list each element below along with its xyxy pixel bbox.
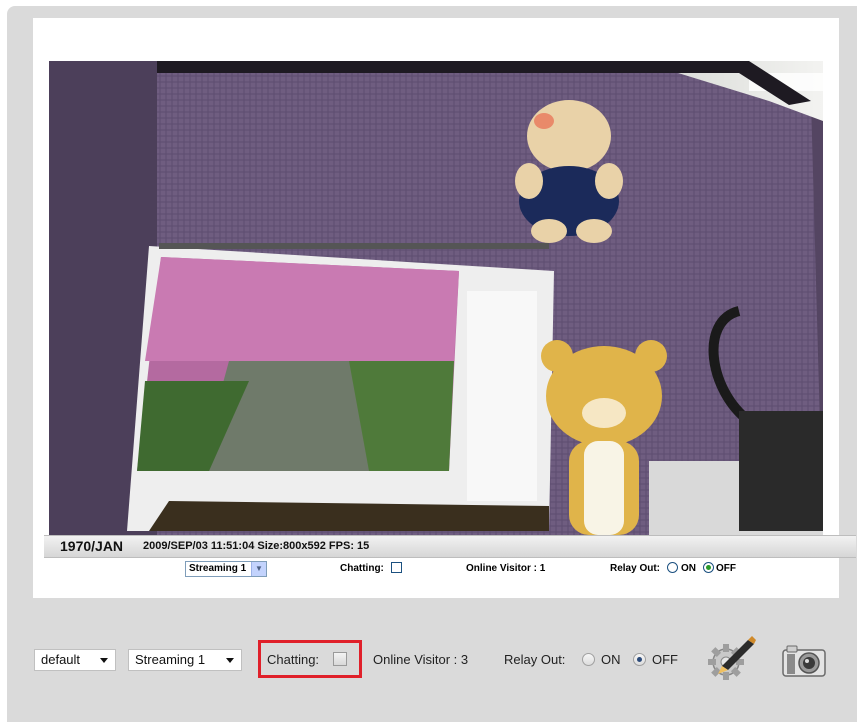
relay-off-label: OFF [652, 652, 678, 667]
profile-select[interactable]: default [34, 649, 116, 671]
embedded-relay-out-label: Relay Out: [610, 563, 661, 574]
embedded-chatting-checkbox[interactable] [391, 562, 402, 573]
relay-out-label: Relay Out: [504, 652, 566, 667]
stream-select[interactable]: Streaming 1 [128, 649, 242, 671]
relay-off-radio[interactable] [633, 653, 646, 666]
caret-down-icon [226, 658, 234, 663]
caret-down-icon [100, 658, 108, 663]
stream-select-value: Streaming 1 [135, 652, 206, 667]
embedded-relay-on-radio[interactable] [667, 562, 678, 573]
camera-scene-image [49, 61, 823, 535]
live-video-view[interactable] [49, 61, 823, 535]
profile-select-value: default [41, 652, 81, 667]
embedded-stream-select[interactable]: Streaming 1 ▼ [185, 561, 267, 577]
relay-on-radio[interactable] [582, 653, 595, 666]
embedded-online-visitor: Online Visitor : 1 [466, 563, 546, 574]
osd-status-info: 2009/SEP/03 11:51:04 Size:800x592 FPS: 1… [143, 540, 370, 552]
chatting-label: Chatting: [267, 652, 320, 667]
embedded-relay-off-radio[interactable] [703, 562, 714, 573]
settings-wrench-icon[interactable] [704, 636, 756, 687]
online-visitor-count: Online Visitor : 3 [373, 652, 469, 667]
control-toolbar: default Streaming 1 Chatting: Online Vis… [0, 632, 857, 686]
embedded-relay-on-label: ON [681, 563, 696, 574]
video-osd-strip: 1970/JAN 2009/SEP/03 11:51:04 Size:800x5… [44, 535, 856, 558]
chevron-down-icon: ▼ [251, 562, 266, 576]
embedded-chatting-label: Chatting: [340, 563, 384, 574]
embedded-stream-select-value: Streaming 1 [189, 563, 247, 574]
osd-date-overlay: 1970/JAN [60, 538, 124, 554]
camera-snapshot-icon[interactable] [781, 644, 827, 683]
chatting-checkbox[interactable] [333, 652, 347, 666]
embedded-relay-off-label: OFF [716, 563, 736, 574]
relay-on-label: ON [601, 652, 621, 667]
